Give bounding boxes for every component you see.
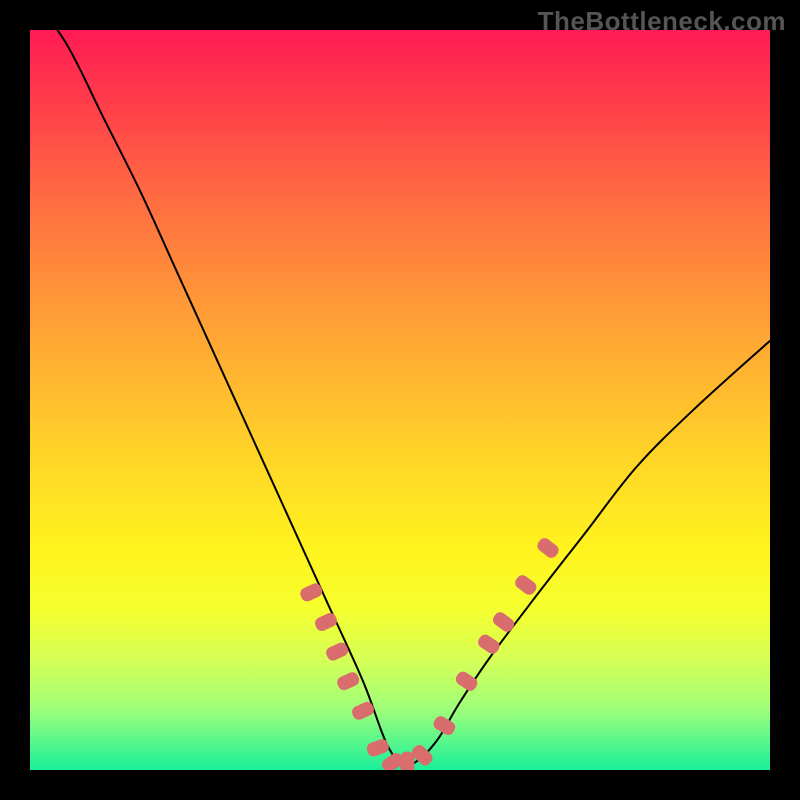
marker-group	[298, 536, 561, 770]
plot-area	[30, 30, 770, 770]
curve-marker	[535, 536, 561, 561]
watermark-text: TheBottleneck.com	[538, 6, 786, 37]
curve-marker	[491, 610, 517, 634]
curve-marker	[454, 669, 480, 693]
curve-marker	[513, 573, 539, 597]
curve-marker	[335, 670, 361, 692]
bottleneck-curve	[30, 30, 770, 765]
curve-marker	[313, 611, 339, 633]
curve-marker	[431, 714, 457, 737]
curve-layer	[30, 30, 770, 770]
curve-marker	[476, 632, 502, 656]
curve-marker	[365, 737, 391, 758]
chart-frame: TheBottleneck.com	[0, 0, 800, 800]
